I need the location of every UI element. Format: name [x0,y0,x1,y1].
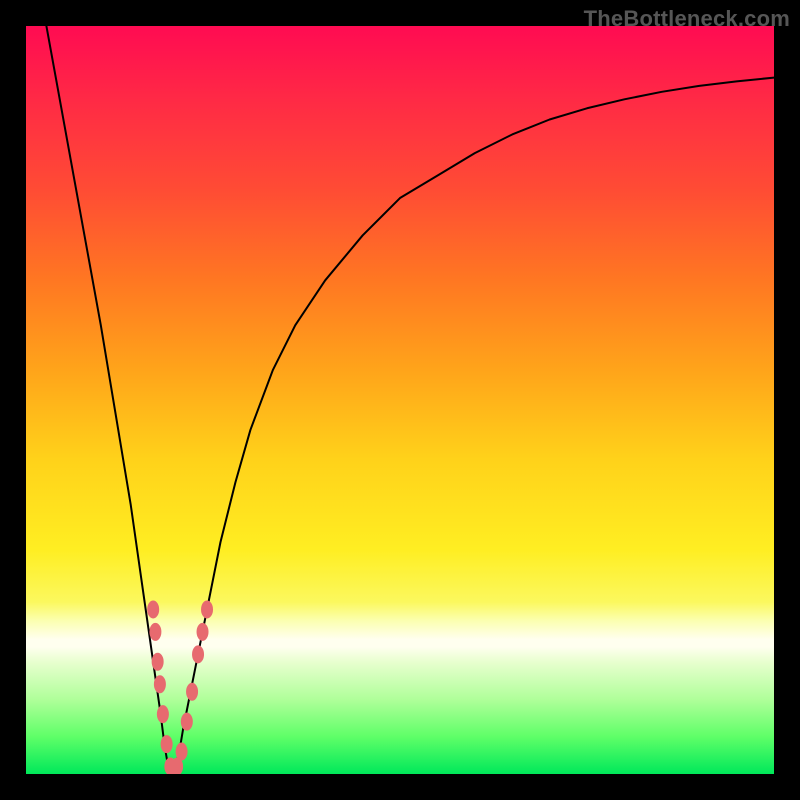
gpu-marker [186,683,198,701]
gpu-marker [147,600,159,618]
gpu-marker [154,675,166,693]
gpu-marker [192,645,204,663]
gpu-marker [181,713,193,731]
gpu-marker [161,735,173,753]
gpu-marker [149,623,161,641]
gpu-marker [176,743,188,761]
bottleneck-curve [26,26,774,774]
gpu-marker [201,600,213,618]
chart-frame: TheBottleneck.com [0,0,800,800]
gpu-marker [157,705,169,723]
gpu-marker [197,623,209,641]
chart-svg [26,26,774,774]
gpu-marker [152,653,164,671]
watermark-text: TheBottleneck.com [584,6,790,32]
gpu-marker-group [147,600,213,774]
plot-area [26,26,774,774]
